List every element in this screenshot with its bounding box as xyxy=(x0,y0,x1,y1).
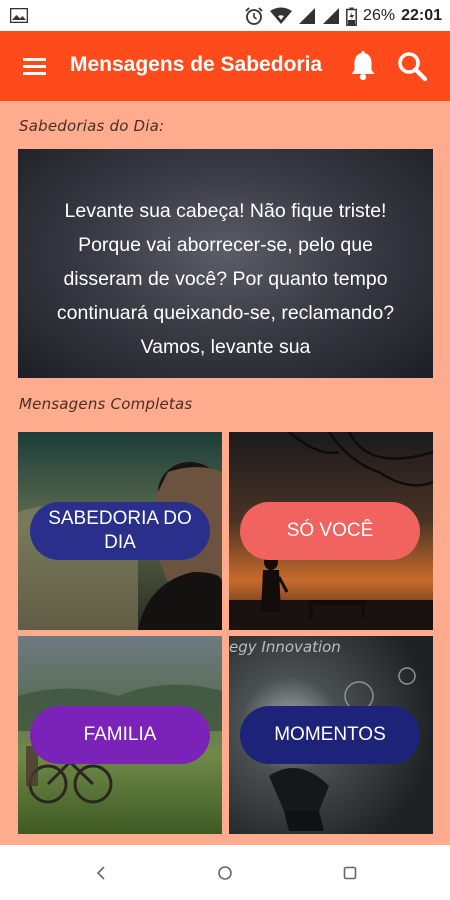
daily-quote-card[interactable]: Levante sua cabeça! Não fique triste! Po… xyxy=(18,149,433,378)
sabedoria-do-dia-button[interactable]: SABEDORIA DO DIA xyxy=(30,502,210,560)
daily-quote-text: Levante sua cabeça! Não fique triste! Po… xyxy=(56,200,395,358)
battery-icon xyxy=(346,7,357,26)
tile-sabedoria-do-dia[interactable]: SABEDORIA DO DIA xyxy=(18,432,222,630)
recents-icon[interactable] xyxy=(341,864,359,882)
signal-icon-2 xyxy=(323,8,340,24)
wifi-icon xyxy=(270,7,293,24)
signal-icon xyxy=(299,8,316,24)
alarm-icon xyxy=(245,7,263,25)
system-nav-bar xyxy=(0,845,450,900)
tile-momentos[interactable]: egy Innovation MOMENTOS xyxy=(229,636,433,834)
menu-icon[interactable] xyxy=(20,53,50,79)
back-icon[interactable] xyxy=(92,864,110,882)
gallery-notification-icon xyxy=(10,8,28,23)
app-bar: Mensagens de Sabedoria xyxy=(0,31,450,101)
app-title: Mensagens de Sabedoria xyxy=(70,53,323,76)
so-voce-button[interactable]: SÓ VOCÊ xyxy=(240,502,420,560)
familia-button[interactable]: FAMILIA xyxy=(30,706,210,764)
bell-icon[interactable] xyxy=(349,50,377,82)
status-icons: 26% 22:01 xyxy=(244,6,442,26)
battery-percent: 26% xyxy=(363,7,396,24)
momentos-button[interactable]: MOMENTOS xyxy=(240,706,420,764)
status-bar: 26% 22:01 xyxy=(0,0,450,31)
tile-so-voce[interactable]: SÓ VOCÊ xyxy=(229,432,433,630)
tile-familia[interactable]: FAMILIA xyxy=(18,636,222,834)
home-icon[interactable] xyxy=(216,864,234,882)
clock: 22:01 xyxy=(401,7,442,24)
chalkboard-text: egy Innovation xyxy=(229,638,341,656)
complete-section-label: Mensagens Completas xyxy=(19,395,193,413)
daily-section-label: Sabedorias do Dia: xyxy=(19,117,165,135)
search-icon[interactable] xyxy=(396,50,428,82)
